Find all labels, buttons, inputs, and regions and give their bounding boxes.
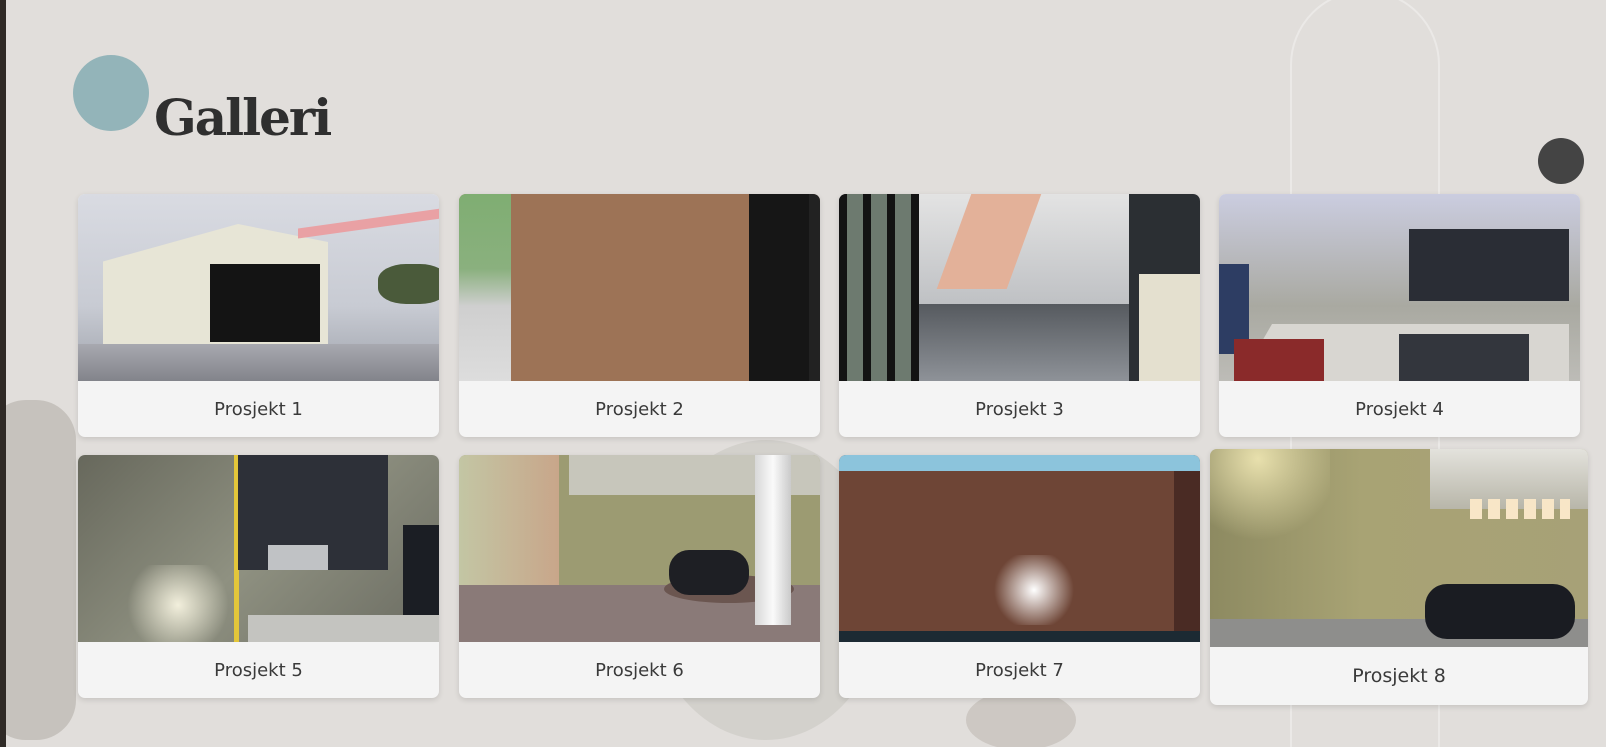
- project-image: [459, 194, 820, 381]
- page-title: Galleri: [154, 88, 332, 147]
- card-label: Prosjekt 2: [595, 398, 684, 420]
- gallery-card-5[interactable]: Prosjekt 5: [78, 455, 439, 698]
- gallery-card-4[interactable]: Prosjekt 4: [1219, 194, 1580, 437]
- card-label: Prosjekt 3: [975, 398, 1064, 420]
- card-label: Prosjekt 4: [1355, 398, 1444, 420]
- gallery-card-8[interactable]: Prosjekt 8: [1210, 449, 1588, 705]
- gallery-card-1[interactable]: Prosjekt 1: [78, 194, 439, 437]
- gallery-card-3[interactable]: Prosjekt 3: [839, 194, 1200, 437]
- project-image: [1210, 449, 1588, 647]
- gallery-card-6[interactable]: Prosjekt 6: [459, 455, 820, 698]
- gallery-section: Galleri Prosjekt 1 Prosjekt 2 Prosjekt 3…: [6, 0, 1606, 747]
- gallery-heading: Galleri: [73, 55, 373, 155]
- card-label: Prosjekt 6: [595, 659, 684, 681]
- project-image: [1219, 194, 1580, 381]
- card-label: Prosjekt 5: [214, 659, 303, 681]
- card-label: Prosjekt 1: [214, 398, 303, 420]
- project-image: [459, 455, 820, 642]
- project-image: [839, 455, 1200, 642]
- gallery-card-7[interactable]: Prosjekt 7: [839, 455, 1200, 698]
- background-table: [966, 690, 1076, 747]
- card-label: Prosjekt 7: [975, 659, 1064, 681]
- project-image: [839, 194, 1200, 381]
- project-image: [78, 194, 439, 381]
- background-chair: [6, 400, 76, 740]
- project-image: [78, 455, 439, 642]
- scroll-top-button[interactable]: [1538, 138, 1584, 184]
- accent-circle: [73, 55, 149, 131]
- card-label: Prosjekt 8: [1352, 665, 1446, 687]
- gallery-card-2[interactable]: Prosjekt 2: [459, 194, 820, 437]
